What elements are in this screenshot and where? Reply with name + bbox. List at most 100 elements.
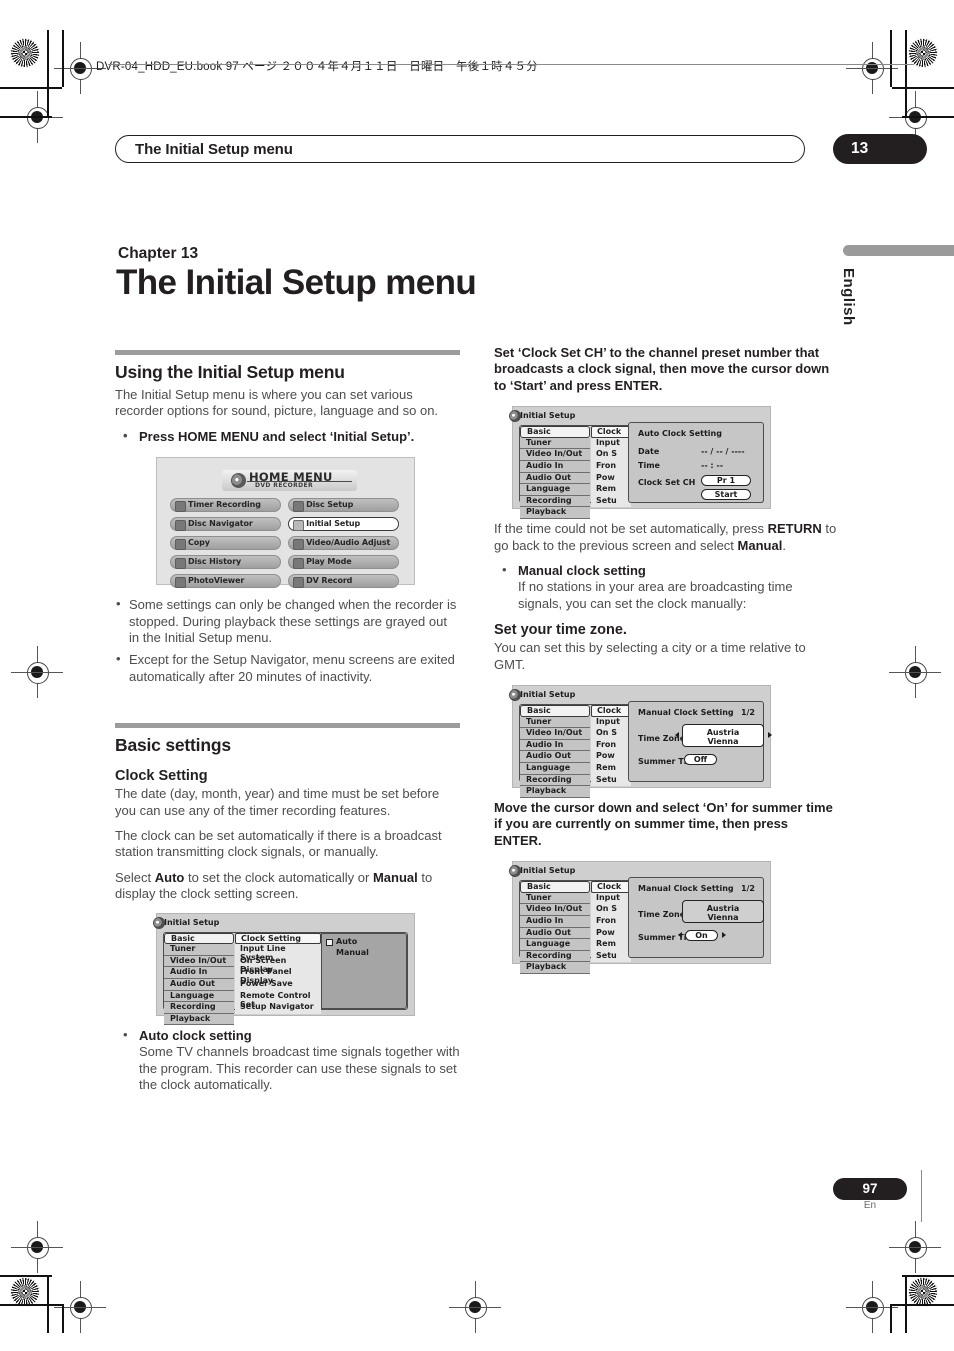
home-menu-item-disc-setup[interactable]: Disc Setup bbox=[288, 498, 400, 512]
video-audio-adjust-icon bbox=[293, 538, 305, 550]
osd-category-video-in-out[interactable]: Video In/Out bbox=[164, 955, 234, 968]
summer-time-value[interactable]: On bbox=[685, 930, 718, 942]
osd-menu-clock[interactable]: Clock bbox=[591, 705, 631, 717]
osd-menu-front-panel-display[interactable]: Front Panel Display bbox=[235, 967, 321, 985]
osd-menu-clock-setting[interactable]: Clock Setting bbox=[235, 932, 321, 945]
osd-category-language[interactable]: Language bbox=[520, 484, 590, 496]
osd-option-panel: Auto Manual bbox=[321, 932, 407, 1009]
clock-setting-paragraph-2: The clock can be set automatically if th… bbox=[115, 828, 442, 860]
home-menu-item-play-mode[interactable]: Play Mode bbox=[288, 555, 400, 569]
osd-category-playback[interactable]: Playback bbox=[164, 1013, 234, 1026]
osd-category-playback[interactable]: Playback bbox=[520, 507, 590, 519]
osd-menu-setup-nav[interactable]: Setu bbox=[591, 495, 631, 508]
osd-category-language[interactable]: Language bbox=[520, 939, 590, 951]
osd-category-audio-out[interactable]: Audio Out bbox=[520, 751, 590, 764]
osd-category-audio-out[interactable]: Audio Out bbox=[520, 927, 590, 940]
osd-category-playback[interactable]: Playback bbox=[520, 786, 590, 798]
osd-menu-front-panel[interactable]: Fron bbox=[591, 916, 631, 928]
osd-category-basic[interactable]: Basic bbox=[520, 426, 590, 438]
osd-option-auto[interactable]: Auto bbox=[322, 937, 406, 949]
start-button[interactable]: Start bbox=[701, 489, 751, 501]
row-value-time: -- : -- bbox=[701, 461, 724, 471]
osd-menu-remote[interactable]: Rem bbox=[591, 763, 631, 775]
osd-category-recording[interactable]: Recording bbox=[520, 495, 590, 508]
disc-navigator-icon bbox=[175, 519, 186, 531]
page-language-code: En bbox=[863, 1200, 877, 1211]
osd-category-playback[interactable]: Playback bbox=[520, 962, 590, 975]
osd-menu-setup-navigator[interactable]: Setup Navigator bbox=[235, 1002, 321, 1014]
osd-menu-remote-control-set[interactable]: Remote Control Set bbox=[235, 990, 321, 1009]
home-menu-item-dv-record[interactable]: DV Record bbox=[288, 574, 400, 588]
osd-category-tuner[interactable]: Tuner bbox=[520, 716, 590, 729]
heading-using-initial-setup: Using the Initial Setup menu bbox=[115, 362, 345, 382]
osd-menu-clock[interactable]: Clock bbox=[591, 881, 631, 893]
osd-menu-power-save[interactable]: Pow bbox=[591, 751, 631, 764]
osd-menu-power-save[interactable]: Pow bbox=[591, 472, 631, 485]
home-menu-item-copy[interactable]: Copy bbox=[170, 536, 281, 550]
osd-menu-on-screen[interactable]: On S bbox=[591, 728, 631, 740]
manual-clock-panel: Manual Clock Setting 1/2 Time Zone Austr… bbox=[628, 701, 772, 783]
osd-menu-power-save[interactable]: Power Save bbox=[235, 979, 321, 991]
clock-set-ch-value[interactable]: Pr 1 bbox=[701, 475, 751, 487]
osd-category-tuner[interactable]: Tuner bbox=[520, 892, 590, 905]
osd-menu-on-screen[interactable]: On S bbox=[591, 449, 631, 461]
home-menu-item-timer-recording[interactable]: Timer Recording bbox=[170, 498, 281, 512]
osd-category-basic[interactable]: Basic bbox=[520, 705, 590, 717]
osd-menu-on-screen[interactable]: On S bbox=[591, 904, 631, 917]
row-label-time-zone: Time Zone bbox=[638, 910, 686, 920]
right-arrow-icon[interactable] bbox=[768, 732, 772, 739]
osd-menu-remote[interactable]: Rem bbox=[591, 939, 631, 951]
osd-category-audio-out[interactable]: Audio Out bbox=[520, 472, 590, 485]
home-menu-item-video-audio-adjust[interactable]: Video/Audio Adjust bbox=[288, 536, 400, 550]
osd-option-manual[interactable]: Manual bbox=[322, 948, 406, 960]
osd-category-audio-out[interactable]: Audio Out bbox=[164, 979, 234, 991]
right-arrow-icon[interactable] bbox=[722, 932, 726, 939]
bold-return: RETURN bbox=[767, 521, 822, 537]
osd-menu-input[interactable]: Input bbox=[591, 892, 631, 905]
osd-category-audio-in[interactable]: Audio In bbox=[520, 461, 590, 473]
osd-menu-input-line-system[interactable]: Input Line System bbox=[235, 944, 321, 962]
osd-category-audio-in[interactable]: Audio In bbox=[520, 739, 590, 752]
osd-category-tuner[interactable]: Tuner bbox=[520, 437, 590, 450]
osd-category-video-in-out[interactable]: Video In/Out bbox=[520, 904, 590, 917]
home-menu-item-disc-navigator[interactable]: Disc Navigator bbox=[170, 517, 281, 531]
osd-category-tuner[interactable]: Tuner bbox=[164, 944, 234, 956]
notes-list: Some settings can only be changed when t… bbox=[115, 596, 460, 685]
timezone-paragraph: You can set this by selecting a city or … bbox=[494, 640, 806, 672]
osd-menu-remote[interactable]: Rem bbox=[591, 484, 631, 496]
timezone-value[interactable]: Austria Vienna bbox=[682, 724, 764, 748]
osd-menu-on-screen-display[interactable]: On Screen Display bbox=[235, 955, 321, 974]
row-label-date: Date bbox=[638, 447, 660, 457]
osd-category-recording[interactable]: Recording bbox=[164, 1002, 234, 1014]
osd-menu-setup-nav[interactable]: Setu bbox=[591, 774, 631, 787]
home-menu-item-initial-setup[interactable]: Initial Setup bbox=[288, 517, 400, 531]
osd-category-language[interactable]: Language bbox=[164, 990, 234, 1003]
left-arrow-icon[interactable] bbox=[678, 932, 682, 939]
osd-category-video-in-out[interactable]: Video In/Out bbox=[520, 728, 590, 740]
osd-category-recording[interactable]: Recording bbox=[520, 774, 590, 787]
osd-menu-front-panel[interactable]: Fron bbox=[591, 739, 631, 752]
summer-time-value[interactable]: Off bbox=[684, 754, 717, 766]
osd-category-basic[interactable]: Basic bbox=[164, 932, 234, 945]
left-arrow-icon[interactable] bbox=[675, 732, 679, 739]
osd-category-audio-in[interactable]: Audio In bbox=[520, 916, 590, 928]
osd-menu-input[interactable]: Input bbox=[591, 716, 631, 729]
osd-menu-setup-nav[interactable]: Setu bbox=[591, 950, 631, 963]
note-item: Except for the Setup Navigator, menu scr… bbox=[115, 651, 460, 685]
osd-category-basic[interactable]: Basic bbox=[520, 881, 590, 893]
panel-title: Manual Clock Setting bbox=[638, 884, 734, 894]
osd-category-recording[interactable]: Recording bbox=[520, 950, 590, 963]
osd-menu-input[interactable]: Input bbox=[591, 437, 631, 450]
osd-menu-power-save[interactable]: Pow bbox=[591, 927, 631, 940]
osd-menu-front-panel[interactable]: Fron bbox=[591, 461, 631, 473]
osd-category-video-in-out[interactable]: Video In/Out bbox=[520, 449, 590, 461]
home-menu-item-photoviewer[interactable]: PhotoViewer bbox=[170, 574, 281, 588]
home-menu-item-disc-history[interactable]: Disc History bbox=[170, 555, 281, 569]
home-menu-item-label: Disc History bbox=[188, 557, 242, 567]
osd-category-audio-in[interactable]: Audio In bbox=[164, 967, 234, 980]
timezone-value[interactable]: Austria Vienna bbox=[682, 900, 764, 924]
osd-menu-clock[interactable]: Clock bbox=[591, 426, 631, 438]
osd-category-language[interactable]: Language bbox=[520, 763, 590, 775]
play-mode-icon bbox=[293, 557, 305, 569]
manual-clock-setting-screenshot-2: Initial Setup Basic Tuner Video In/Out A… bbox=[507, 861, 771, 975]
